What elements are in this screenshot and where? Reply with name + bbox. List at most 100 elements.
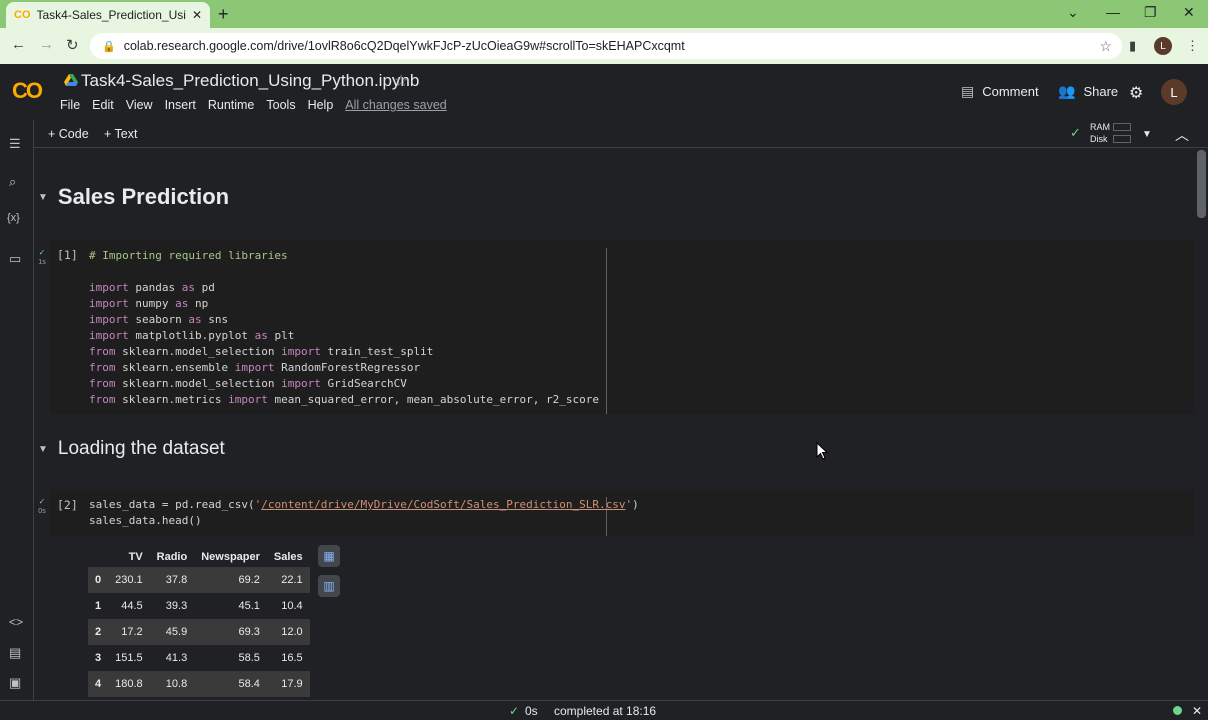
collapse-triangle-icon[interactable]: ▼ xyxy=(38,444,48,455)
browser-tab[interactable]: CO Task4-Sales_Prediction_Using_Py ✕ xyxy=(6,2,210,28)
table-cell: 41.3 xyxy=(165,652,188,664)
column-header: Sales xyxy=(273,550,303,563)
menu-file[interactable]: File xyxy=(60,98,80,112)
add-text-button[interactable]: + Text xyxy=(104,127,137,141)
table-cell: 17.9 xyxy=(266,671,310,697)
star-icon[interactable]: ☆ xyxy=(394,71,408,91)
column-header: Radio xyxy=(156,550,188,563)
table-cell: 16.5 xyxy=(281,652,303,664)
new-tab-button[interactable]: + xyxy=(218,4,229,25)
browser-profile-avatar[interactable]: L xyxy=(1154,37,1172,55)
forward-icon[interactable]: → xyxy=(39,36,54,53)
table-row: 0 230.1 37.8 69.2 22.1 xyxy=(88,567,310,593)
add-code-button[interactable]: + Code xyxy=(48,127,89,141)
command-palette-icon[interactable]: ▤ xyxy=(9,645,21,661)
settings-gear-icon[interactable]: ⚙ xyxy=(1129,83,1143,103)
status-time: 0s xyxy=(525,704,538,718)
files-folder-icon[interactable]: ▭ xyxy=(9,251,21,267)
suggest-charts-icon[interactable]: ▥ xyxy=(318,575,340,597)
cell-1-run-time: 1s xyxy=(38,259,46,266)
table-cell: 10.4 xyxy=(281,600,303,612)
cell-2-run-status[interactable]: ✓ 0s xyxy=(37,497,47,516)
side-panel-icon[interactable]: ▮ xyxy=(1129,38,1136,54)
row-index: 0 xyxy=(88,567,109,593)
table-row: 1 44.5 39.3 45.1 10.4 xyxy=(88,593,310,619)
colab-logo[interactable]: CO xyxy=(12,78,43,104)
table-of-contents-icon[interactable]: ☰ xyxy=(9,136,21,152)
row-index: 1 xyxy=(95,600,102,612)
table-cell: 22.1 xyxy=(266,567,310,593)
notebook-toolbar xyxy=(34,120,1208,148)
column-header xyxy=(88,546,108,567)
runtime-status-dot xyxy=(1173,706,1182,715)
terminal-icon[interactable]: ▣ xyxy=(9,675,21,691)
cell-2-number: [2] xyxy=(57,498,78,512)
table-row: 2 17.2 45.9 69.3 12.0 xyxy=(88,619,310,645)
share-label: Share xyxy=(1083,84,1119,99)
scrollbar[interactable] xyxy=(1197,150,1206,218)
status-check-icon: ✓ xyxy=(509,704,520,718)
table-cell: 12.0 xyxy=(266,619,310,645)
restore-icon[interactable]: ❐ xyxy=(1144,4,1157,21)
url-field[interactable]: 🔒 colab.research.google.com/drive/1ovlR8… xyxy=(90,33,1122,59)
row-index: 4 xyxy=(88,671,109,697)
save-status[interactable]: All changes saved xyxy=(345,98,446,112)
bookmark-star-icon[interactable]: ☆ xyxy=(1099,38,1112,55)
cell-2-run-time: 0s xyxy=(38,508,46,515)
csv-path-link[interactable]: /content/drive/MyDrive/CodSoft/Sales_Pre… xyxy=(261,498,625,511)
table-row: 4 180.8 10.8 58.4 17.9 xyxy=(88,671,310,697)
notebook-title[interactable]: Task4-Sales_Prediction_Using_Python.ipyn… xyxy=(81,71,419,91)
tab-search-icon[interactable]: ⌄ xyxy=(1067,4,1079,21)
cell-1-run-status[interactable]: ✓ 1s xyxy=(37,248,47,267)
runtime-dropdown-icon[interactable]: ▼ xyxy=(1142,129,1152,140)
url-text: colab.research.google.com/drive/1ovlR8o6… xyxy=(123,39,685,53)
status-bar: ✓ 0s completed at 18:16 ✕ xyxy=(0,700,1208,720)
collapse-triangle-icon[interactable]: ▼ xyxy=(38,192,48,203)
variables-icon[interactable]: {x} xyxy=(7,212,20,224)
section-sales-prediction[interactable]: ▼ Sales Prediction xyxy=(38,184,229,210)
table-cell: 17.2 xyxy=(108,619,150,645)
dataframe-output: TV Radio Newspaper Sales 0 230.1 37.8 69… xyxy=(88,546,310,697)
code-snippets-icon[interactable]: <> xyxy=(9,615,23,629)
cell-2-code[interactable]: sales_data = pd.read_csv('/content/drive… xyxy=(89,497,639,529)
cell-1-code[interactable]: # Importing required libraries import pa… xyxy=(89,248,599,408)
comment-icon: ▤ xyxy=(961,83,975,99)
menu-tools[interactable]: Tools xyxy=(266,98,295,112)
mouse-cursor-icon xyxy=(816,442,828,460)
code-text: ) xyxy=(632,498,639,511)
table-cell: 44.5 xyxy=(121,600,143,612)
convert-to-table-icon[interactable]: ▦ xyxy=(318,545,340,567)
collapse-header-icon[interactable]: ︿ xyxy=(1175,125,1189,145)
reload-icon[interactable]: ↻ xyxy=(66,36,79,54)
menu-insert[interactable]: Insert xyxy=(165,98,196,112)
user-avatar[interactable]: L xyxy=(1161,79,1187,105)
menu-runtime[interactable]: Runtime xyxy=(208,98,255,112)
close-status-icon[interactable]: ✕ xyxy=(1192,704,1202,718)
section-loading-dataset[interactable]: ▼ Loading the dataset xyxy=(38,438,225,460)
column-header: Newspaper xyxy=(201,550,260,563)
row-index: 3 xyxy=(95,652,102,664)
site-info-icon[interactable]: 🔒 xyxy=(102,40,116,53)
table-cell: 45.9 xyxy=(149,619,195,645)
browser-menu-icon[interactable]: ⋮ xyxy=(1186,38,1199,54)
comment-button[interactable]: ▤ Comment xyxy=(961,83,1039,100)
tab-title: Task4-Sales_Prediction_Using_Py xyxy=(36,8,186,22)
menu-bar: File Edit View Insert Runtime Tools Help… xyxy=(60,98,459,112)
close-window-icon[interactable]: ✕ xyxy=(1183,4,1195,21)
menu-help[interactable]: Help xyxy=(308,98,334,112)
code-text: sales_data = pd.read_csv( xyxy=(89,498,255,511)
menu-edit[interactable]: Edit xyxy=(92,98,114,112)
drive-icon xyxy=(64,74,78,86)
left-rail xyxy=(0,120,34,700)
table-cell: 58.4 xyxy=(194,671,267,697)
table-cell: 69.2 xyxy=(194,567,267,593)
search-icon[interactable]: ⌕ xyxy=(9,174,16,190)
minimize-icon[interactable]: — xyxy=(1106,4,1120,20)
tab-close-icon[interactable]: ✕ xyxy=(192,8,202,22)
table-cell: 180.8 xyxy=(108,671,150,697)
menu-view[interactable]: View xyxy=(126,98,153,112)
share-button[interactable]: 👥 Share xyxy=(1058,83,1118,100)
table-cell: 69.3 xyxy=(194,619,267,645)
back-icon[interactable]: ← xyxy=(11,36,26,53)
table-cell: 37.8 xyxy=(149,567,195,593)
